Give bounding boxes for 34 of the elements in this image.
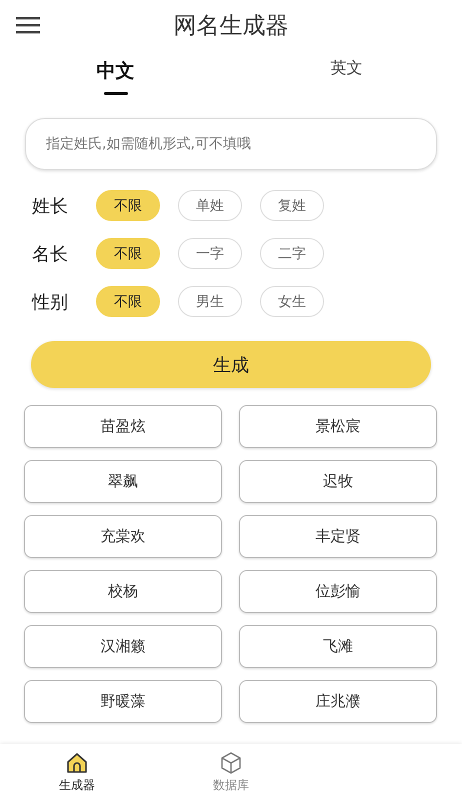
generate-button[interactable]: 生成 [31,341,431,388]
language-tab[interactable]: 中文 [0,58,231,108]
name-card[interactable]: 庄兆濮 [239,680,437,723]
filter-label: 姓长 [32,194,69,218]
filter-option[interactable]: 男生 [178,286,242,317]
name-card[interactable]: 苗盈炫 [24,405,222,448]
nav-tab[interactable]: 生成器 [0,744,154,800]
filter-option[interactable]: 复姓 [260,190,324,221]
filter-option[interactable]: 一字 [178,238,242,269]
name-card[interactable]: 充棠欢 [24,515,222,558]
app-title: 网名生成器 [174,12,288,40]
filter-option[interactable]: 单姓 [178,190,242,221]
filter-option[interactable]: 不限 [96,286,160,317]
filter-label: 名长 [32,242,69,266]
name-card[interactable]: 景松宸 [239,405,437,448]
filter-label: 性别 [32,290,69,314]
filter-option[interactable]: 不限 [96,238,160,269]
filter-option[interactable]: 女生 [260,286,324,317]
filter-option[interactable]: 二字 [260,238,324,269]
menu-icon[interactable] [16,16,40,34]
name-card[interactable]: 校杨 [24,570,222,613]
name-card[interactable]: 丰定贤 [239,515,437,558]
house-icon [65,750,89,774]
nav-tab[interactable]: 数据库 [154,744,308,800]
cube-icon [219,750,243,774]
name-card[interactable]: 迟牧 [239,460,437,503]
surname-input-field[interactable]: 指定姓氏,如需随机形式,可不填哦 [25,118,437,170]
name-card[interactable]: 野暖藻 [24,680,222,723]
language-tab[interactable]: 英文 [231,58,462,108]
name-card[interactable]: 飞滩 [239,625,437,668]
name-card[interactable]: 汉湘籁 [24,625,222,668]
filter-option[interactable]: 不限 [96,190,160,221]
name-card[interactable]: 位彭愉 [239,570,437,613]
name-card[interactable]: 翠飙 [24,460,222,503]
